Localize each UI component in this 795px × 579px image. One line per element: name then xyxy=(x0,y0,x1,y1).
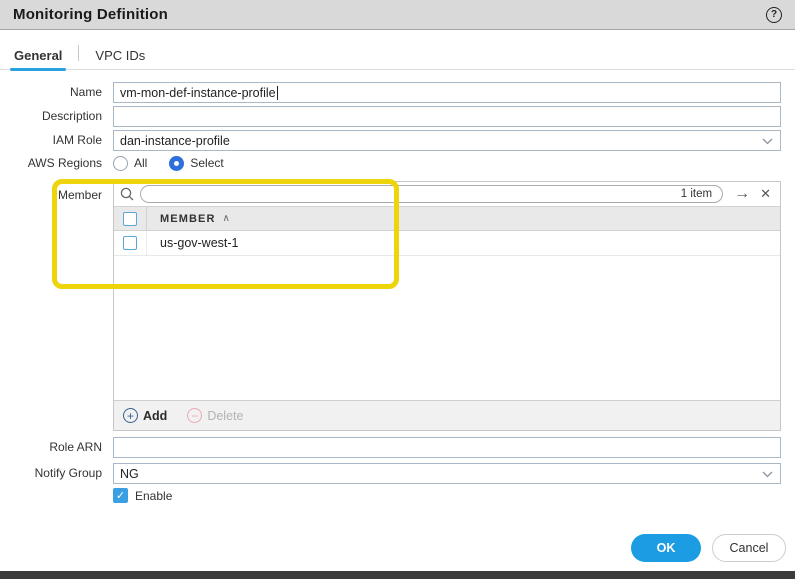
description-row: Description xyxy=(0,106,108,127)
monitoring-definition-dialog: Monitoring Definition ? General VPC IDs … xyxy=(0,0,795,579)
radio-select-label[interactable]: Select xyxy=(190,156,223,170)
clear-filter-icon[interactable]: ✕ xyxy=(760,186,771,202)
enable-row: ✓ Enable xyxy=(113,488,172,503)
iam-role-row: IAM Role dan-instance-profile xyxy=(0,130,108,151)
enable-checkbox[interactable]: ✓ xyxy=(113,488,128,503)
role-arn-row: Role ARN xyxy=(0,437,108,458)
member-search-input[interactable] xyxy=(151,187,681,201)
notify-group-row: Notify Group NG xyxy=(0,463,108,484)
member-label-row: Member xyxy=(0,185,108,206)
notify-group-select[interactable]: NG xyxy=(113,463,781,484)
enable-label[interactable]: Enable xyxy=(135,489,172,503)
chevron-down-icon xyxy=(762,138,773,145)
member-label: Member xyxy=(0,185,108,206)
help-icon[interactable]: ? xyxy=(766,7,782,23)
member-table-header: MEMBER ∧ xyxy=(114,206,780,231)
member-table-widget: 1 item → ✕ MEMBER ∧ us-gov-west-1 + Add … xyxy=(113,181,781,431)
apply-filter-arrow-icon[interactable]: → xyxy=(734,185,750,203)
ok-button[interactable]: OK xyxy=(631,534,701,562)
tab-separator xyxy=(78,45,79,61)
member-cell: us-gov-west-1 xyxy=(147,236,239,250)
row-checkbox[interactable] xyxy=(123,236,137,250)
item-count: 1 item xyxy=(681,188,712,200)
member-table-empty-area xyxy=(114,256,780,400)
name-input[interactable]: vm-mon-def-instance-profile xyxy=(113,82,781,103)
sort-asc-icon: ∧ xyxy=(223,213,231,224)
iam-role-select[interactable]: dan-instance-profile xyxy=(113,130,781,151)
text-caret xyxy=(277,86,278,100)
radio-select[interactable] xyxy=(169,156,184,171)
aws-regions-row: AWS Regions All Select xyxy=(0,154,108,172)
tab-bar: General VPC IDs xyxy=(0,42,795,70)
dialog-footer-buttons: OK Cancel xyxy=(631,534,786,562)
table-row[interactable]: us-gov-west-1 xyxy=(114,231,780,256)
tab-vpc-ids[interactable]: VPC IDs xyxy=(93,44,147,69)
aws-regions-radio-group: All Select xyxy=(113,154,781,172)
description-input[interactable] xyxy=(113,106,781,127)
delete-button[interactable]: − Delete xyxy=(187,408,243,423)
member-table-footer: + Add − Delete xyxy=(114,400,780,430)
member-search-pill: 1 item xyxy=(140,185,723,203)
cancel-button[interactable]: Cancel xyxy=(712,534,786,562)
description-label: Description xyxy=(0,106,108,127)
chevron-down-icon xyxy=(762,471,773,478)
tab-general[interactable]: General xyxy=(12,44,64,69)
iam-role-label: IAM Role xyxy=(0,130,108,151)
radio-all-label[interactable]: All xyxy=(134,156,147,170)
notify-group-label: Notify Group xyxy=(0,463,108,484)
add-button[interactable]: + Add xyxy=(123,408,167,423)
name-label: Name xyxy=(0,82,108,103)
select-all-checkbox[interactable] xyxy=(123,212,137,226)
aws-regions-label: AWS Regions xyxy=(0,154,108,172)
member-toolbar: 1 item → ✕ xyxy=(114,182,780,206)
minus-circle-icon: − xyxy=(187,408,202,423)
dialog-header: Monitoring Definition ? xyxy=(0,0,795,30)
radio-all[interactable] xyxy=(113,156,128,171)
role-arn-input[interactable] xyxy=(113,437,781,458)
column-header-member[interactable]: MEMBER ∧ xyxy=(147,213,231,225)
name-row: Name vm-mon-def-instance-profile xyxy=(0,82,108,103)
page-title: Monitoring Definition xyxy=(13,6,168,23)
dialog-bottom-edge xyxy=(0,571,795,579)
role-arn-label: Role ARN xyxy=(0,437,108,458)
plus-circle-icon: + xyxy=(123,408,138,423)
search-icon[interactable] xyxy=(119,186,135,202)
